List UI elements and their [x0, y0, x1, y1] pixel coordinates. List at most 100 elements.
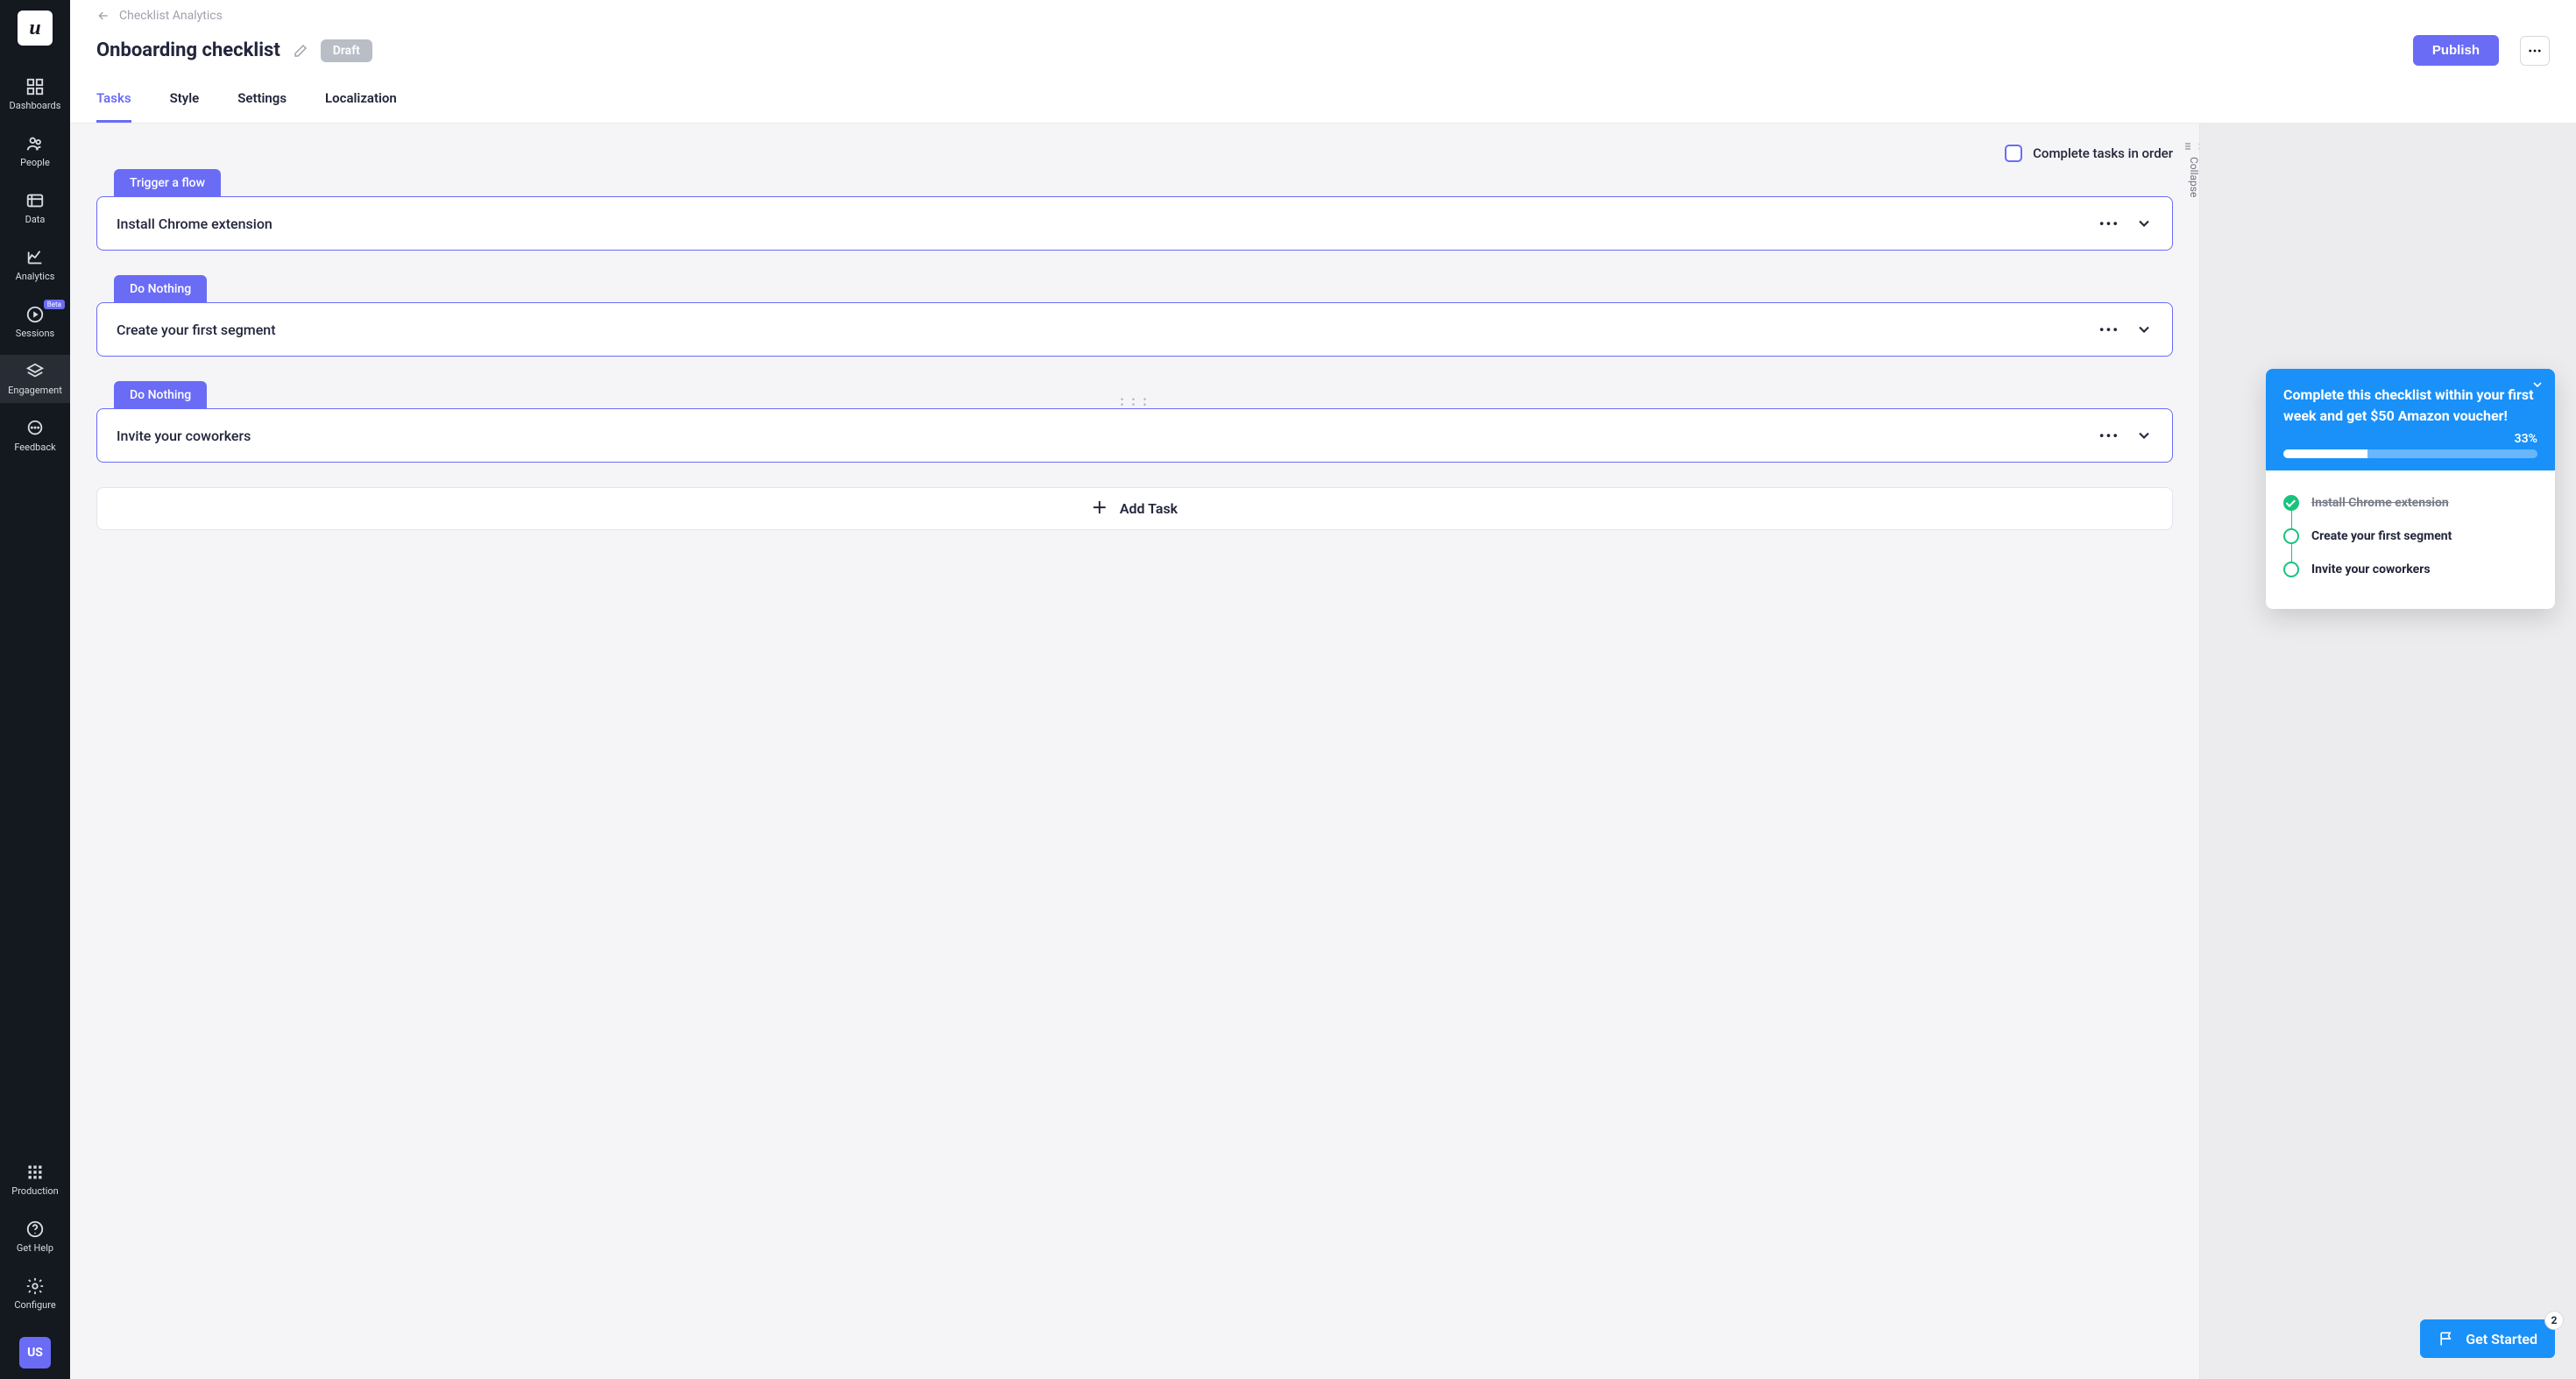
main: Checklist Analytics Onboarding checklist… [70, 0, 2576, 1379]
tabs: Tasks Style Settings Localization [96, 90, 2550, 123]
task-block: Trigger a flow Install Chrome extension … [96, 169, 2173, 251]
edit-icon[interactable] [293, 43, 308, 59]
status-badge: Draft [321, 39, 372, 62]
task-title: Create your first segment [117, 322, 2089, 338]
beta-badge: Beta [44, 300, 65, 309]
sidebar-item-label: Configure [14, 1299, 55, 1311]
breadcrumb[interactable]: Checklist Analytics [96, 9, 2550, 23]
sidebar-item-feedback[interactable]: Feedback [0, 412, 70, 460]
preview-item-label: Invite your coworkers [2311, 562, 2431, 576]
task-tag[interactable]: Do Nothing [114, 275, 207, 303]
play-circle-icon [25, 305, 45, 324]
preview-item-label: Install Chrome extension [2311, 496, 2449, 510]
gear-icon [25, 1276, 45, 1296]
chevron-down-icon[interactable] [2135, 427, 2153, 444]
preview-item[interactable]: Create your first segment [2283, 520, 2537, 553]
sidebar-item-analytics[interactable]: Analytics [0, 241, 70, 289]
sidebar-item-configure[interactable]: Configure [0, 1269, 70, 1318]
sidebar-item-label: Dashboards [10, 100, 61, 111]
tab-tasks[interactable]: Tasks [96, 90, 131, 123]
complete-order-checkbox[interactable] [2005, 145, 2022, 162]
task-card[interactable]: Install Chrome extension ••• [96, 196, 2173, 251]
circle-icon [2283, 562, 2299, 577]
nav-bottom: Production Get Help Configure US [0, 1156, 70, 1368]
sidebar-item-people[interactable]: People [0, 127, 70, 175]
tasks-panel: Complete tasks in order Collapse Trigger… [70, 124, 2199, 1379]
check-circle-icon [2283, 495, 2299, 511]
app-logo[interactable]: u [18, 11, 53, 46]
page-header: Checklist Analytics Onboarding checklist… [70, 0, 2576, 124]
task-more-icon[interactable]: ••• [2099, 428, 2120, 444]
sidebar-item-label: Production [11, 1185, 58, 1197]
sidebar-item-label: Engagement [8, 385, 62, 396]
more-button[interactable] [2520, 36, 2550, 66]
tab-style[interactable]: Style [170, 90, 200, 123]
sidebar: u Dashboards People Data Analytics Beta … [0, 0, 70, 1379]
preview-progress-fill [2283, 449, 2367, 458]
preview-widget: Complete this checklist within your firs… [2266, 369, 2555, 609]
collapse-label: Collapse [2188, 157, 2199, 197]
database-icon [25, 191, 45, 210]
task-block: Do Nothing • • •• • • Invite your cowork… [96, 381, 2173, 463]
add-task-button[interactable]: ＋ Add Task [96, 487, 2173, 530]
chart-icon [25, 248, 45, 267]
preview-item[interactable]: Invite your coworkers [2283, 553, 2537, 586]
sidebar-item-gethelp[interactable]: Get Help [0, 1213, 70, 1261]
tab-localization[interactable]: Localization [325, 90, 397, 123]
sidebar-item-production[interactable]: Production [0, 1156, 70, 1204]
preview-progress [2283, 449, 2537, 458]
publish-button[interactable]: Publish [2413, 35, 2499, 66]
get-started-count: 2 [2544, 1311, 2564, 1330]
get-started-label: Get Started [2466, 1331, 2537, 1347]
sidebar-item-label: Data [25, 214, 46, 225]
preview-item[interactable]: Install Chrome extension [2283, 486, 2537, 520]
add-task-label: Add Task [1120, 500, 1178, 517]
preview-rail: Complete this checklist within your firs… [2199, 124, 2576, 1379]
help-icon [25, 1220, 45, 1239]
task-title: Invite your coworkers [117, 428, 2089, 444]
avatar[interactable]: US [19, 1337, 51, 1368]
preview-headline: Complete this checklist within your firs… [2283, 385, 2537, 427]
task-tag[interactable]: Do Nothing [114, 381, 207, 409]
task-block: Do Nothing Create your first segment ••• [96, 275, 2173, 357]
sidebar-item-data[interactable]: Data [0, 184, 70, 232]
drag-handle-icon[interactable]: • • •• • • [1120, 397, 1149, 407]
sidebar-item-label: Sessions [16, 328, 54, 339]
layers-icon [25, 362, 45, 381]
task-more-icon[interactable]: ••• [2099, 322, 2120, 338]
sidebar-item-sessions[interactable]: Beta Sessions [0, 298, 70, 346]
dots-horizontal-icon [2527, 43, 2543, 59]
sidebar-item-label: People [20, 157, 50, 168]
chat-icon [25, 419, 45, 438]
task-more-icon[interactable]: ••• [2099, 216, 2120, 232]
tab-settings[interactable]: Settings [237, 90, 287, 123]
sidebar-item-label: Analytics [16, 271, 55, 282]
preview-percent: 33% [2283, 432, 2537, 446]
complete-order-label: Complete tasks in order [2033, 145, 2173, 161]
sidebar-item-engagement[interactable]: Engagement [0, 355, 70, 403]
sidebar-item-label: Feedback [14, 442, 55, 453]
list-icon [2183, 141, 2194, 152]
plus-icon: ＋ [1092, 501, 1108, 517]
preview-collapse-icon[interactable] [2530, 378, 2544, 392]
sidebar-item-label: Get Help [17, 1242, 53, 1254]
collapse-handle[interactable]: Collapse [2183, 141, 2199, 197]
chevron-down-icon[interactable] [2135, 321, 2153, 338]
task-title: Install Chrome extension [117, 216, 2089, 232]
flag-icon [2438, 1330, 2455, 1347]
apps-icon [25, 1163, 45, 1182]
back-arrow-icon [96, 9, 110, 23]
grid-icon [25, 77, 45, 96]
task-card[interactable]: • • •• • • Invite your coworkers ••• [96, 408, 2173, 463]
get-started-button[interactable]: Get Started 2 [2420, 1319, 2555, 1358]
sidebar-item-dashboards[interactable]: Dashboards [0, 70, 70, 118]
page-title: Onboarding checklist [96, 39, 280, 61]
breadcrumb-label: Checklist Analytics [119, 9, 223, 23]
preview-item-label: Create your first segment [2311, 529, 2452, 543]
circle-icon [2283, 528, 2299, 544]
nav-top: Dashboards People Data Analytics Beta Se… [0, 70, 70, 460]
people-icon [25, 134, 45, 153]
chevron-down-icon[interactable] [2135, 215, 2153, 232]
task-tag[interactable]: Trigger a flow [114, 169, 221, 197]
task-card[interactable]: Create your first segment ••• [96, 302, 2173, 357]
